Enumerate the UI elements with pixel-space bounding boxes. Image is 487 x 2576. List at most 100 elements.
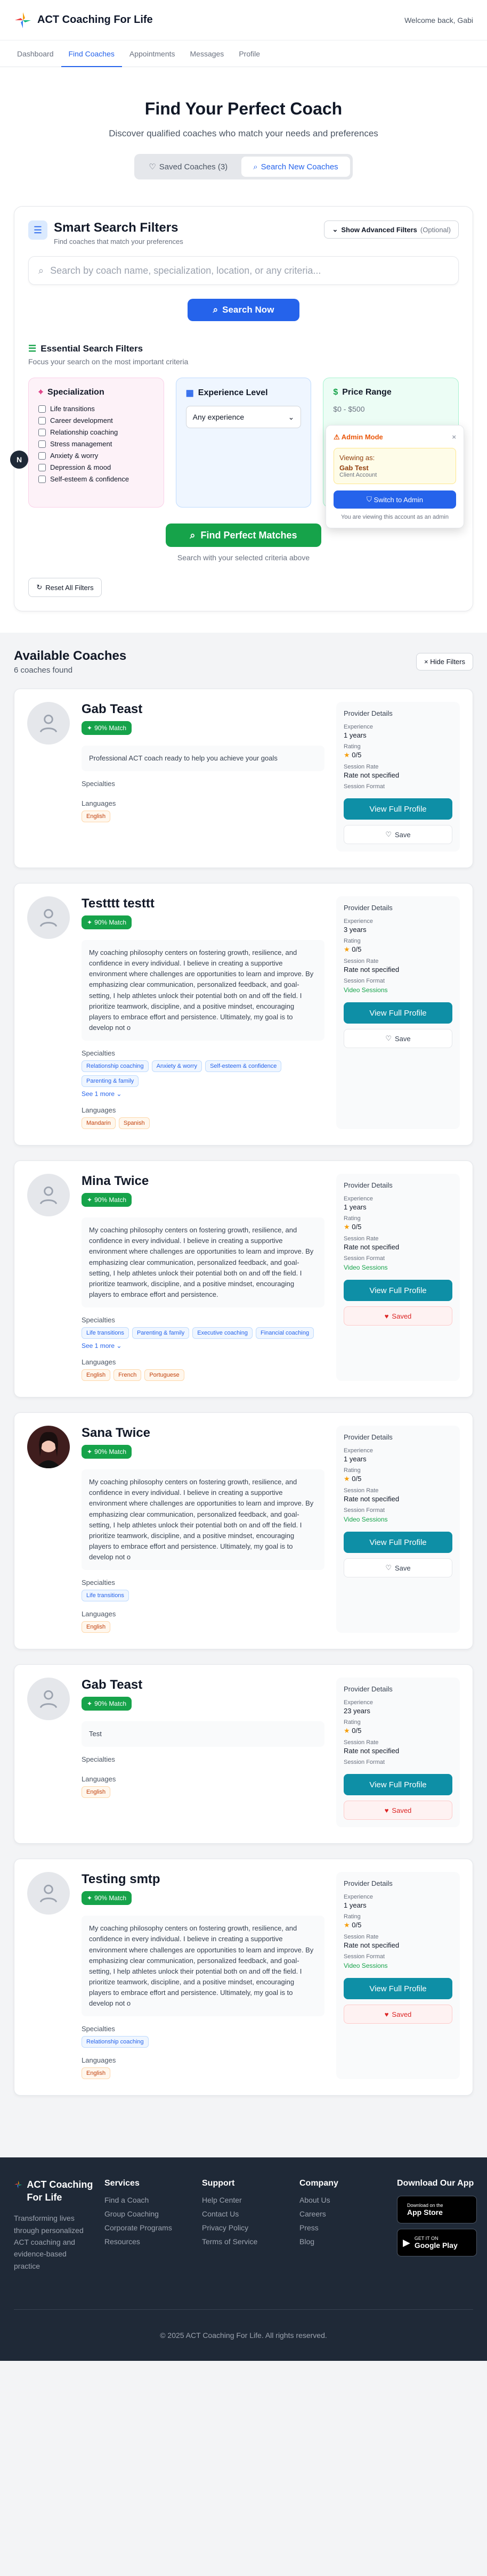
specialization-option[interactable]: Depression & mood (38, 463, 154, 471)
languages-label: Languages (82, 1106, 116, 1115)
match-subtitle: Search with your selected criteria above (177, 553, 310, 562)
session-rate-value: Rate not specified (344, 966, 400, 974)
footer-link[interactable]: Press (299, 2223, 397, 2232)
save-button[interactable]: ♥ Saved (344, 1801, 452, 1820)
footer-link[interactable]: About Us (299, 2196, 397, 2204)
session-format-label: Session Format (344, 978, 385, 984)
specialty-tags: Life transitions Parenting & family Execut… (82, 1327, 324, 1339)
tab-find-coaches[interactable]: Find Coaches (61, 40, 122, 67)
specialization-option[interactable]: Career development (38, 416, 154, 424)
footer-link[interactable]: Careers (299, 2210, 397, 2218)
save-button[interactable]: ♡ Save (344, 1558, 452, 1578)
reset-filters-button[interactable]: ↻ Reset All Filters (28, 578, 102, 597)
coach-name[interactable]: Sana Twice (82, 1426, 324, 1441)
tab-profile[interactable]: Profile (231, 40, 267, 67)
user-icon (39, 1690, 58, 1708)
viewing-as-name: Gab Test (339, 464, 369, 472)
checkbox[interactable] (38, 440, 46, 448)
language-tag: Portuguese (144, 1369, 184, 1381)
switch-to-admin-button[interactable]: ⛉ Switch to Admin (334, 490, 456, 509)
footer-link[interactable]: Blog (299, 2237, 397, 2246)
checkbox[interactable] (38, 475, 46, 483)
tab-appointments[interactable]: Appointments (122, 40, 183, 67)
advanced-filters-button[interactable]: ⌄ Show Advanced Filters (Optional) (324, 220, 459, 239)
hide-filters-button[interactable]: × Hide Filters (416, 653, 473, 670)
see-more-link[interactable]: See 1 more ⌄ (82, 1090, 324, 1098)
search-input[interactable]: ⌕ Search by coach name, specialization, … (28, 256, 459, 285)
view-profile-button[interactable]: View Full Profile (344, 1532, 452, 1553)
specialization-option[interactable]: Anxiety & worry (38, 452, 154, 460)
session-rate-label: Session Rate (344, 1934, 379, 1941)
coach-bio: My coaching philosophy centers on foster… (82, 940, 324, 1041)
rating-value: ★ 0/5 (344, 1475, 362, 1483)
heart-icon: ♥ (384, 2010, 389, 2018)
experience-filter: ▦ Experience Level Any experience ⌄ (175, 378, 312, 508)
floating-avatar-button[interactable]: N (10, 451, 28, 469)
checkbox[interactable] (38, 416, 46, 424)
coach-name[interactable]: Testttt testtt (82, 896, 324, 911)
essential-filters-heading: ☰ Essential Search Filters (28, 344, 143, 354)
specialization-option[interactable]: Self-esteem & confidence (38, 475, 154, 483)
tab-messages[interactable]: Messages (183, 40, 232, 67)
checkbox[interactable] (38, 428, 46, 436)
footer-link[interactable]: Terms of Service (202, 2237, 299, 2246)
language-tag: English (82, 1369, 111, 1381)
checkbox[interactable] (38, 463, 46, 471)
filters-subtitle: Find coaches that match your preferences (54, 238, 183, 246)
footer-link[interactable]: Resources (104, 2237, 202, 2246)
provider-details: Provider Details Experience 1 years Rati… (336, 1872, 460, 2080)
find-matches-button[interactable]: ⌕ Find Perfect Matches (166, 524, 321, 547)
view-profile-button[interactable]: View Full Profile (344, 1774, 452, 1796)
app-store-button[interactable]: Download on the App Store (397, 2196, 477, 2224)
see-more-link[interactable]: See 1 more ⌄ (82, 1342, 324, 1350)
results-title: Available Coaches (14, 649, 127, 663)
language-tags: English (82, 2067, 324, 2080)
footer-link[interactable]: Find a Coach (104, 2196, 202, 2204)
experience-select[interactable]: Any experience ⌄ (185, 406, 302, 428)
view-profile-button[interactable]: View Full Profile (344, 1280, 452, 1302)
star-icon: ✦ (87, 1894, 93, 1902)
session-rate-label: Session Rate (344, 1487, 379, 1494)
close-icon[interactable]: × (452, 433, 456, 441)
search-coaches-tab[interactable]: ⌕ Search New Coaches (241, 157, 350, 177)
language-tags: Mandarin Spanish (82, 1117, 324, 1130)
save-button[interactable]: ♥ Saved (344, 2005, 452, 2024)
coach-name[interactable]: Gab Teast (82, 1678, 324, 1692)
save-button[interactable]: ♡ Save (344, 825, 452, 844)
tab-dashboard[interactable]: Dashboard (10, 40, 61, 67)
star-icon: ✦ (87, 724, 93, 732)
provider-details-title: Provider Details (344, 1181, 393, 1190)
language-tag: English (82, 2067, 111, 2080)
logo[interactable]: ACT Coaching For Life (14, 11, 153, 29)
provider-details: Provider Details Experience 1 years Rati… (336, 702, 460, 852)
specialization-option[interactable]: Stress management (38, 440, 154, 448)
footer-link[interactable]: Privacy Policy (202, 2223, 299, 2232)
shield-icon: ⛉ (367, 495, 372, 503)
specialty-tags: Relationship coaching (82, 2036, 324, 2048)
search-now-button[interactable]: ⌕ Search Now (188, 299, 299, 321)
footer-link[interactable]: Corporate Programs (104, 2223, 202, 2232)
footer-link[interactable]: Help Center (202, 2196, 299, 2204)
footer-link[interactable]: Group Coaching (104, 2210, 202, 2218)
coach-name[interactable]: Testing smtp (82, 1872, 324, 1887)
languages-label: Languages (82, 1358, 116, 1367)
user-icon (39, 909, 58, 927)
save-button[interactable]: ♥ Saved (344, 1306, 452, 1326)
checkbox[interactable] (38, 452, 46, 460)
google-play-button[interactable]: ▶ GET IT ON Google Play (397, 2229, 477, 2257)
view-profile-button[interactable]: View Full Profile (344, 1978, 452, 2000)
saved-coaches-tab[interactable]: ♡ Saved Coaches (3) (137, 157, 239, 177)
coach-name[interactable]: Mina Twice (82, 1174, 324, 1189)
view-profile-button[interactable]: View Full Profile (344, 1002, 452, 1024)
session-rate-value: Rate not specified (344, 1243, 400, 1252)
coach-name[interactable]: Gab Teast (82, 702, 324, 717)
specialization-option[interactable]: Relationship coaching (38, 428, 154, 436)
view-profile-button[interactable]: View Full Profile (344, 798, 452, 820)
specialization-option[interactable]: Life transitions (38, 405, 154, 413)
language-tags: English French Portuguese (82, 1369, 324, 1381)
coach-card: Mina Twice ✦ 90% Match My coaching philos… (14, 1160, 473, 1398)
checkbox[interactable] (38, 405, 46, 413)
specialty-tag: Life transitions (82, 1327, 129, 1339)
footer-link[interactable]: Contact Us (202, 2210, 299, 2218)
save-button[interactable]: ♡ Save (344, 1029, 452, 1048)
